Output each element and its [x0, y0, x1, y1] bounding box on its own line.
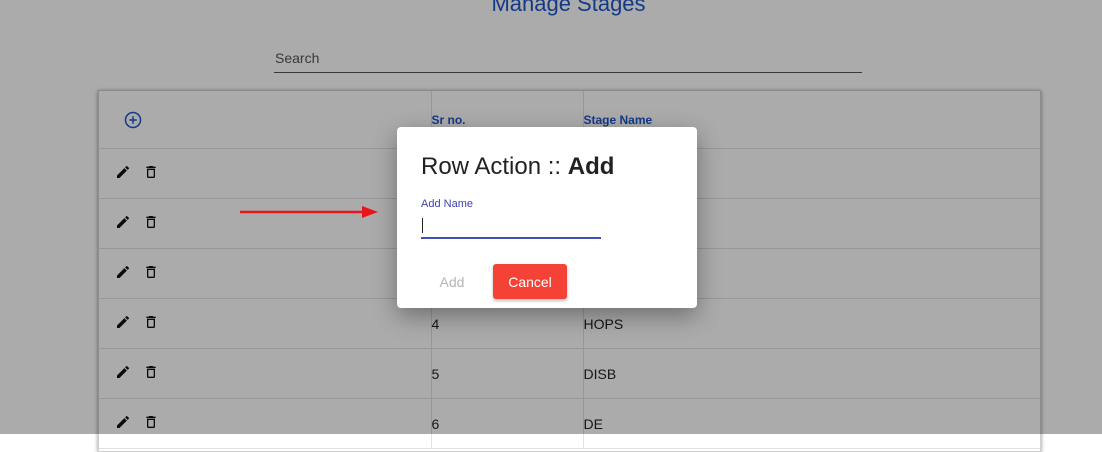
add-name-input[interactable] — [421, 215, 601, 239]
red-arrow-icon — [240, 206, 378, 218]
cancel-button[interactable]: Cancel — [493, 264, 567, 299]
text-caret — [422, 218, 423, 233]
add-button[interactable]: Add — [429, 265, 475, 299]
dialog-title-prefix: Row Action :: — [421, 153, 568, 180]
row-action-dialog: Row Action :: Add Add Name Add Cancel — [397, 127, 697, 308]
dialog-title-action: Add — [567, 153, 615, 180]
add-name-label: Add Name — [421, 198, 473, 210]
dialog-title: Row Action :: Add — [421, 153, 614, 181]
